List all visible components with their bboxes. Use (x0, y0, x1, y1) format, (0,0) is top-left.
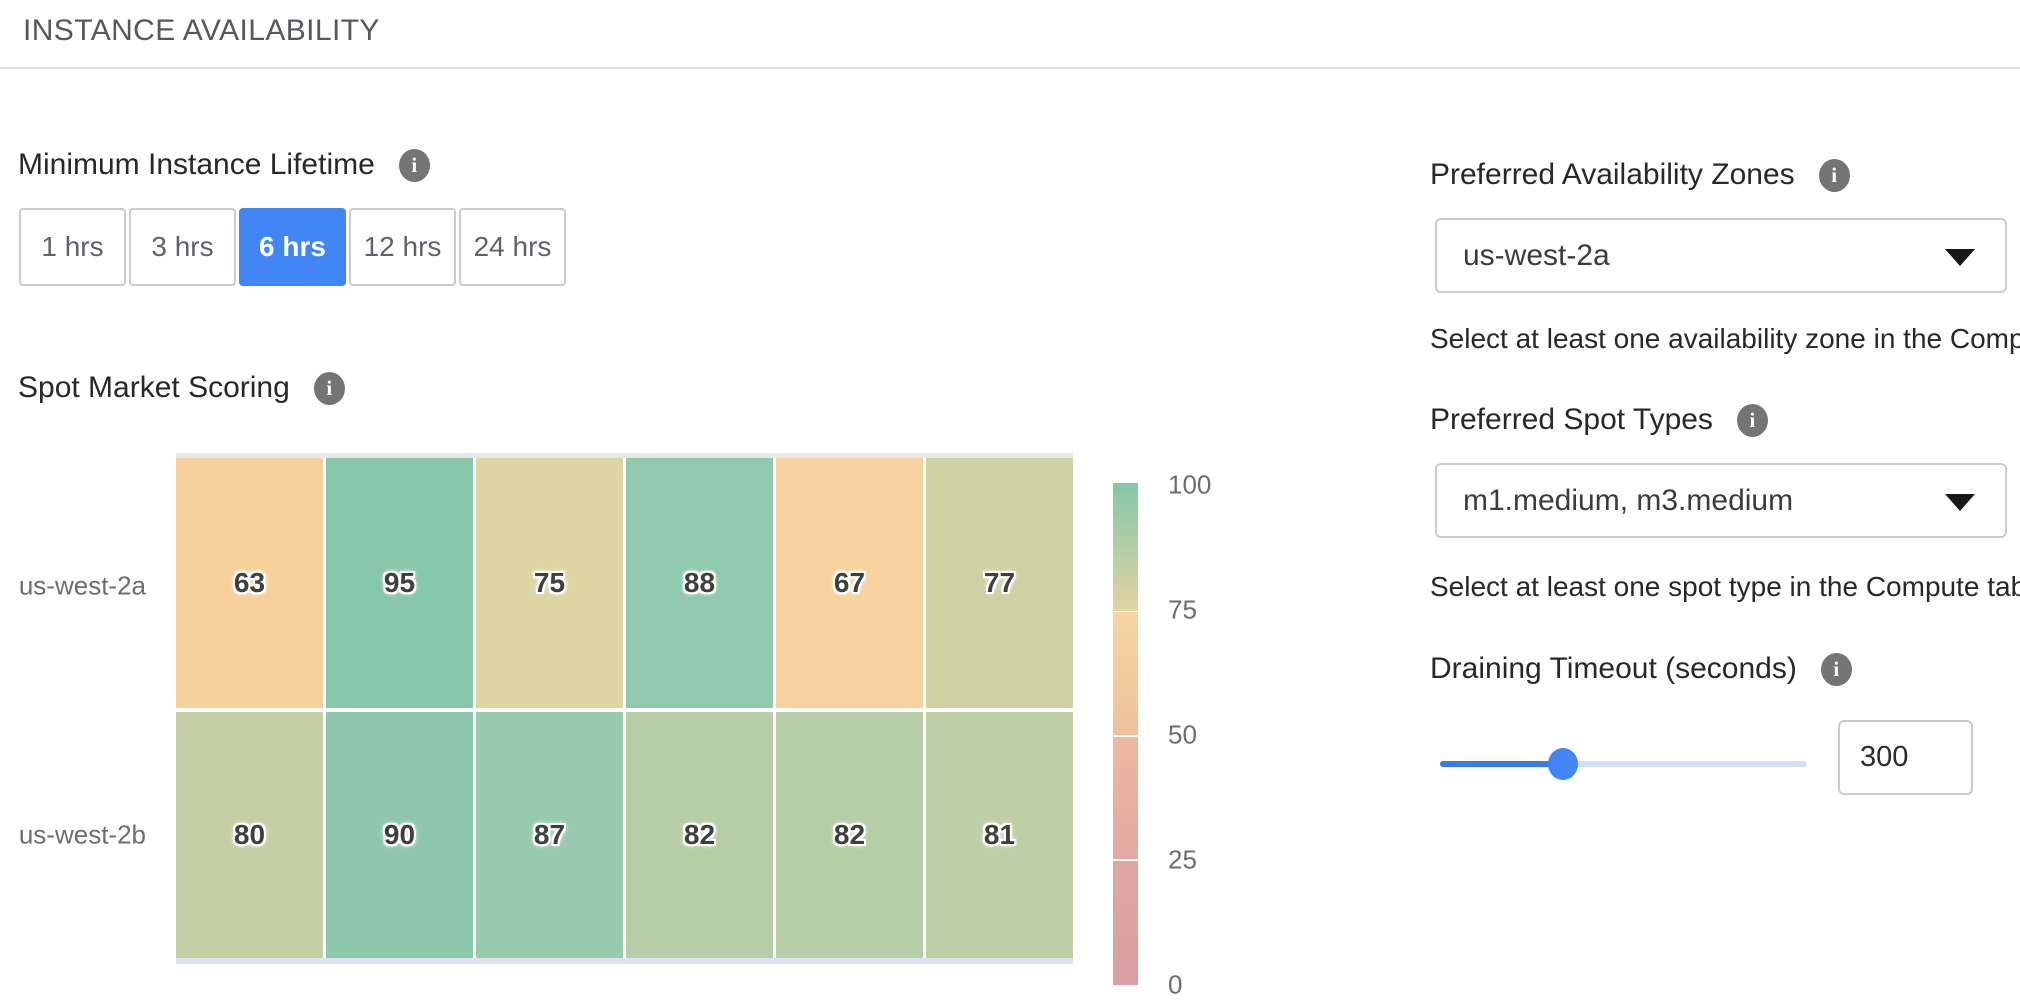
draining-timeout-text: Draining Timeout (seconds) (1430, 650, 1797, 688)
info-icon[interactable]: i (314, 372, 345, 405)
chevron-down-icon (1945, 249, 1975, 266)
minimum-instance-lifetime-label: Minimum Instance Lifetime i (18, 146, 430, 184)
draining-timeout-slider-thumb[interactable] (1548, 748, 1578, 780)
preferred-spot-types-text: Preferred Spot Types (1430, 401, 1713, 439)
colorbar-segment (1113, 861, 1138, 985)
availability-zones-value: us-west-2a (1463, 239, 1610, 273)
spot-types-select[interactable]: m1.medium, m3.medium (1435, 463, 2007, 538)
colorbar-tick-label: 100 (1168, 470, 1211, 501)
heatmap-cell: 82 (776, 712, 923, 958)
heatmap-cell: 67 (776, 458, 923, 708)
heatmap-cell: 87 (476, 712, 623, 958)
colorbar-segment (1113, 612, 1138, 735)
info-icon[interactable]: i (1737, 404, 1768, 437)
heatmap-cell: 63 (176, 458, 323, 708)
info-icon[interactable]: i (1819, 159, 1850, 192)
lifetime-option-1-hrs[interactable]: 1 hrs (19, 208, 126, 286)
colorbar-tick-label: 0 (1168, 970, 1182, 1001)
draining-timeout-input[interactable] (1838, 720, 1973, 795)
lifetime-button-group: 1 hrs3 hrs6 hrs12 hrs24 hrs (19, 208, 566, 286)
chevron-down-icon (1945, 494, 1975, 511)
availability-zones-select[interactable]: us-west-2a (1435, 218, 2007, 293)
heatmap-cell: 90 (326, 712, 473, 958)
info-icon[interactable]: i (399, 149, 430, 182)
colorbar-segment (1113, 483, 1138, 611)
lifetime-option-24-hrs[interactable]: 24 hrs (459, 208, 566, 286)
colorbar-segment (1113, 737, 1138, 859)
colorbar-tick-label: 25 (1168, 845, 1197, 876)
header-divider (0, 67, 2020, 69)
heatmap-row-label: us-west-2a (0, 571, 146, 602)
heatmap-cell: 80 (176, 712, 323, 958)
lifetime-option-12-hrs[interactable]: 12 hrs (349, 208, 456, 286)
spot-types-helper: Select at least one spot type in the Com… (1430, 570, 2020, 604)
heatmap-cell: 75 (476, 458, 623, 708)
heatmap-cell: 82 (626, 712, 773, 958)
heatmap-row-label: us-west-2b (0, 820, 146, 851)
minimum-instance-lifetime-text: Minimum Instance Lifetime (18, 146, 375, 184)
heatmap-cell: 81 (926, 712, 1073, 958)
info-icon[interactable]: i (1821, 653, 1852, 686)
availability-zones-helper: Select at least one availability zone in… (1430, 322, 2020, 356)
spot-market-scoring-label: Spot Market Scoring i (18, 369, 345, 407)
spot-types-value: m1.medium, m3.medium (1463, 484, 1793, 518)
preferred-availability-zones-label: Preferred Availability Zones i (1430, 156, 1850, 194)
heatmap-cell: 88 (626, 458, 773, 708)
lifetime-option-3-hrs[interactable]: 3 hrs (129, 208, 236, 286)
colorbar-tick-label: 50 (1168, 720, 1197, 751)
lifetime-option-6-hrs[interactable]: 6 hrs (239, 208, 346, 286)
heatmap-cell: 77 (926, 458, 1073, 708)
draining-timeout-slider-fill (1440, 761, 1563, 767)
spot-scoring-heatmap: 639575886777809087828281 (176, 453, 1073, 964)
draining-timeout-label: Draining Timeout (seconds) i (1430, 650, 1852, 688)
preferred-availability-zones-text: Preferred Availability Zones (1430, 156, 1795, 194)
heatmap-axis-line (176, 958, 1073, 964)
spot-market-scoring-text: Spot Market Scoring (18, 369, 290, 407)
preferred-spot-types-label: Preferred Spot Types i (1430, 401, 1768, 439)
heatmap-grid: 639575886777809087828281 (176, 458, 1073, 958)
colorbar-tick-label: 75 (1168, 595, 1197, 626)
page-title: INSTANCE AVAILABILITY (23, 12, 380, 50)
heatmap-cell: 95 (326, 458, 473, 708)
